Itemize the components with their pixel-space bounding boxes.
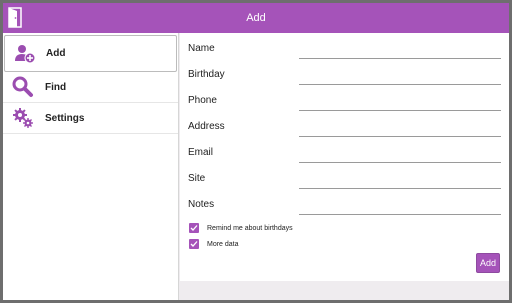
name-field: Name xyxy=(188,39,501,60)
add-contact-icon xyxy=(15,44,36,63)
checkbox-checked xyxy=(189,239,199,249)
sidebar-item-settings[interactable]: Settings xyxy=(3,103,178,134)
input-underline xyxy=(299,162,501,163)
window-title: Add xyxy=(246,12,266,24)
phone-input[interactable] xyxy=(299,91,501,112)
input-underline xyxy=(299,58,501,59)
input-underline xyxy=(299,136,501,137)
sidebar-item-label: Find xyxy=(45,81,67,93)
checkbox-checked xyxy=(189,223,199,233)
phone-field: Phone xyxy=(188,91,501,112)
field-label: Birthday xyxy=(188,69,225,80)
sidebar-item-find[interactable]: Find xyxy=(3,72,178,103)
input-underline xyxy=(299,188,501,189)
sidebar-item-label: Add xyxy=(46,48,66,59)
field-label: Site xyxy=(188,173,206,184)
input-underline xyxy=(299,110,501,111)
magnifier-icon xyxy=(12,76,33,97)
name-input[interactable] xyxy=(299,39,501,60)
address-input[interactable] xyxy=(299,117,501,138)
address-field: Address xyxy=(188,117,501,138)
checkbox-label: More data xyxy=(207,240,239,248)
sidebar-item-add[interactable]: Add xyxy=(4,35,177,72)
sidebar: Add Find Settings xyxy=(3,33,179,300)
gears-icon xyxy=(13,108,33,128)
checkmark-icon xyxy=(190,225,198,231)
notes-field: Notes xyxy=(188,195,501,216)
checkbox-label: Remind me about birthdays xyxy=(207,224,293,232)
email-input[interactable] xyxy=(299,143,501,164)
field-label: Phone xyxy=(188,95,217,106)
input-underline xyxy=(299,214,501,215)
field-label: Name xyxy=(188,43,215,54)
add-button[interactable]: Add xyxy=(476,253,500,273)
field-label: Address xyxy=(188,121,225,132)
sidebar-item-label: Settings xyxy=(45,112,85,124)
birthday-field: Birthday xyxy=(188,65,501,86)
checkmark-icon xyxy=(190,241,198,247)
app-window: Add Add Find Settings Name Birthday Phon… xyxy=(3,3,509,300)
title-bar: Add xyxy=(3,3,509,33)
remind-birthdays-checkbox[interactable]: Remind me about birthdays xyxy=(189,222,293,234)
notes-input[interactable] xyxy=(299,195,501,216)
email-field: Email xyxy=(188,143,501,164)
birthday-input[interactable] xyxy=(299,65,501,86)
field-label: Notes xyxy=(188,199,215,210)
field-label: Email xyxy=(188,147,214,158)
add-contact-form: Name Birthday Phone Address Email Site N… xyxy=(180,33,509,281)
input-underline xyxy=(299,84,501,85)
site-input[interactable] xyxy=(299,169,501,190)
more-data-checkbox[interactable]: More data xyxy=(189,238,239,250)
site-field: Site xyxy=(188,169,501,190)
